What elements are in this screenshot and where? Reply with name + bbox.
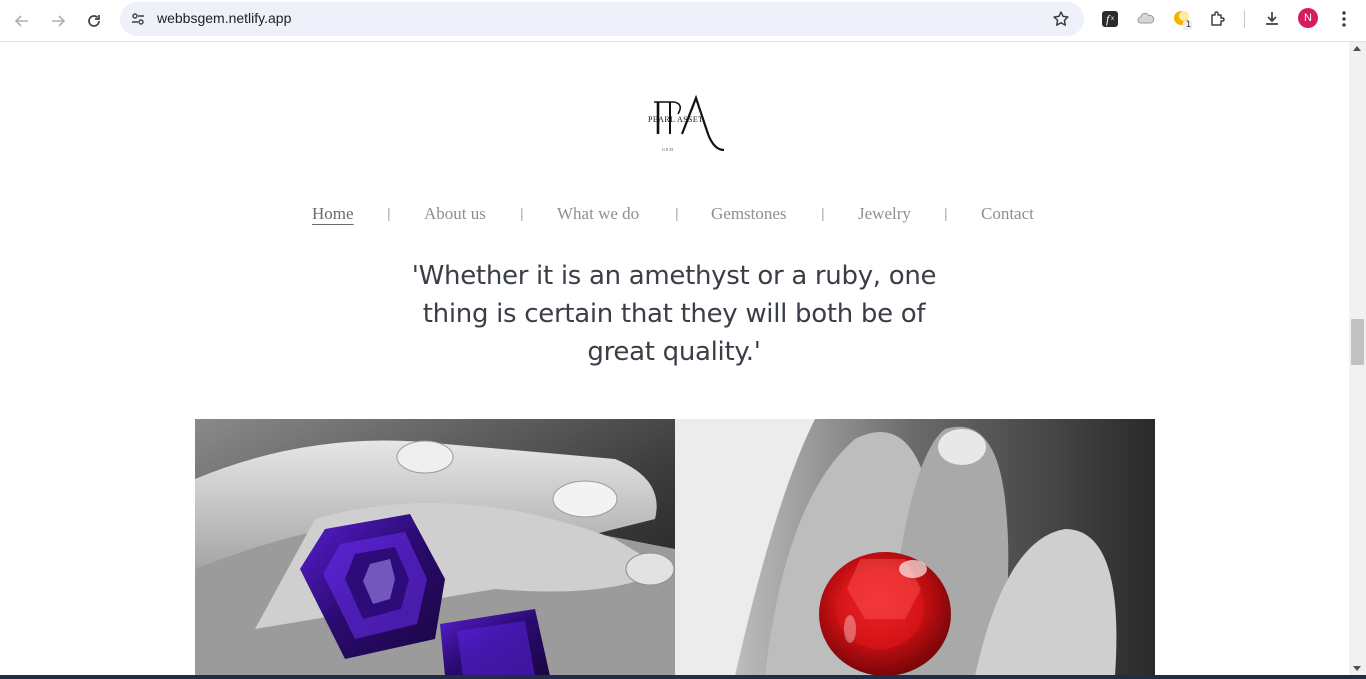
extension-cloud-icon[interactable] bbox=[1134, 7, 1158, 31]
extension-f-icon[interactable]: fx bbox=[1098, 7, 1122, 31]
hero-quote: 'Whether it is an amethyst or a ruby, on… bbox=[400, 257, 948, 371]
scrollbar-thumb[interactable] bbox=[1351, 319, 1364, 365]
extension-badge: 1 bbox=[1186, 19, 1192, 29]
url-text[interactable]: webbsgem.netlify.app bbox=[157, 10, 291, 26]
nav-gemstones[interactable]: Gemstones bbox=[711, 204, 787, 224]
download-icon[interactable] bbox=[1260, 7, 1284, 31]
quote-line: 'Whether it is an amethyst or a ruby, on… bbox=[411, 261, 937, 291]
nav-separator: | bbox=[944, 205, 948, 221]
extension-moon-icon[interactable]: 1 bbox=[1170, 7, 1194, 31]
nav-about-us[interactable]: About us bbox=[424, 204, 486, 224]
browser-toolbar: webbsgem.netlify.app fx 1 N bbox=[0, 0, 1366, 42]
main-navigation: Home | About us | What we do | Gemstones… bbox=[0, 204, 1349, 230]
logo-wordmark: PEARL ASSET bbox=[648, 115, 704, 124]
nav-home[interactable]: Home bbox=[312, 204, 354, 224]
ruby-photo bbox=[675, 419, 1155, 676]
web-page: PEARL ASSET GEM Home | About us | What w… bbox=[0, 42, 1349, 676]
nav-separator: | bbox=[675, 205, 679, 221]
quote-line: thing is certain that they will both be … bbox=[422, 299, 926, 329]
brand-logo[interactable] bbox=[644, 94, 728, 158]
profile-avatar[interactable]: N bbox=[1298, 8, 1318, 28]
scroll-up-arrow-icon[interactable] bbox=[1353, 46, 1361, 51]
nav-separator: | bbox=[821, 205, 825, 221]
menu-kebab-icon[interactable] bbox=[1332, 7, 1356, 31]
scroll-down-arrow-icon[interactable] bbox=[1353, 666, 1361, 671]
nav-separator: | bbox=[520, 205, 524, 221]
site-info-icon[interactable] bbox=[128, 9, 148, 29]
nav-contact[interactable]: Contact bbox=[981, 204, 1034, 224]
quote-line: great quality.' bbox=[587, 337, 761, 367]
page-bottom-bar bbox=[0, 675, 1366, 679]
logo-subtext: GEM bbox=[662, 147, 674, 152]
reload-icon[interactable] bbox=[79, 6, 109, 36]
forward-icon[interactable] bbox=[43, 6, 73, 36]
bookmark-star-icon[interactable] bbox=[1050, 8, 1072, 30]
address-bar[interactable]: webbsgem.netlify.app bbox=[120, 2, 1084, 36]
page-scrollbar[interactable] bbox=[1349, 42, 1366, 676]
nav-separator: | bbox=[387, 205, 391, 221]
svg-text:x: x bbox=[1111, 16, 1114, 22]
amethyst-photo bbox=[195, 419, 675, 676]
back-icon[interactable] bbox=[7, 6, 37, 36]
toolbar-divider bbox=[1244, 10, 1245, 28]
nav-what-we-do[interactable]: What we do bbox=[557, 204, 639, 224]
extensions-puzzle-icon[interactable] bbox=[1206, 7, 1230, 31]
nav-jewelry[interactable]: Jewelry bbox=[858, 204, 911, 224]
